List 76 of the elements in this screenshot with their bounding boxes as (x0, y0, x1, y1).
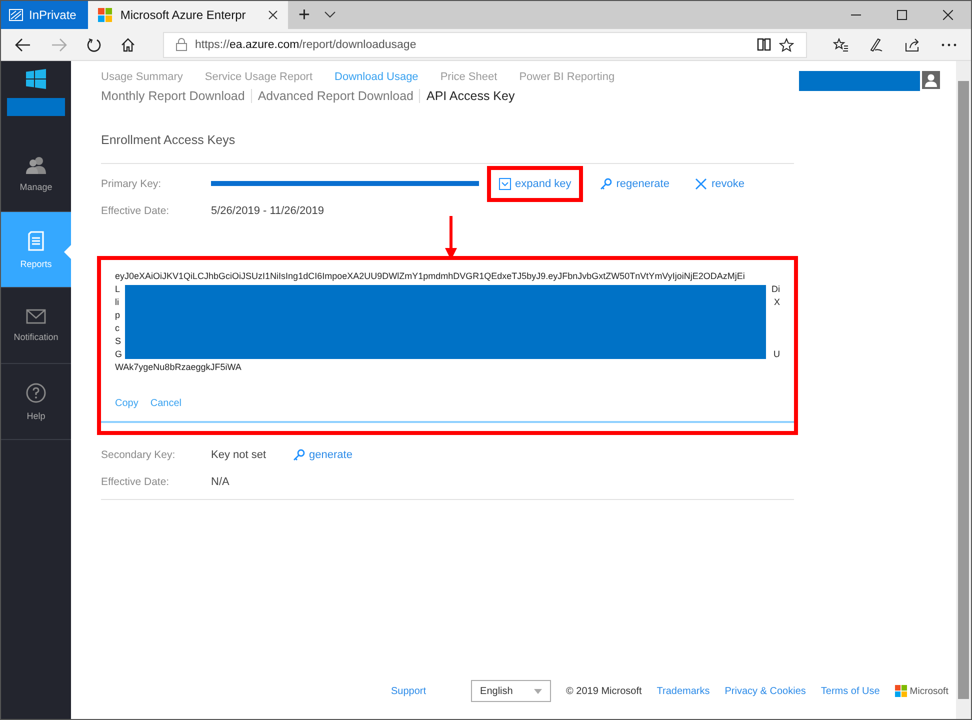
generate-link[interactable]: generate (286, 444, 360, 466)
footer-link[interactable]: Trademarks (656, 686, 710, 696)
address-field[interactable]: https://ea.azure.com/report/downloadusage (163, 32, 807, 58)
chevron-down-icon[interactable] (324, 11, 336, 19)
scrollbar[interactable] (956, 61, 971, 719)
help-icon (26, 382, 46, 402)
new-tab-button[interactable]: + (288, 5, 320, 25)
nav-tab[interactable]: Price Sheet (440, 71, 498, 83)
footer-link[interactable]: Terms of Use (820, 686, 880, 696)
footer-link[interactable]: Support (391, 686, 426, 696)
back-icon[interactable] (15, 38, 31, 52)
caret-icon (534, 688, 542, 694)
key-action-link[interactable]: expand key (489, 168, 582, 200)
home-icon[interactable] (121, 38, 135, 52)
section-title: Enrollment Access Keys (101, 133, 236, 147)
field-label: Secondary Key: (101, 448, 176, 460)
key-text-line: eyJ0eXAiOiJKV1QiLCJhbGciOiJSUzI1NiIsIng1dCI6ImpoeXA2UU9DWlZmY1pmdmhDVGR1QEdxeTJ5byJ9.eyJFbnJvbGxtZW50TnVtYmVyIjoiNjE2ODAzMjEi (115, 270, 745, 283)
language-select[interactable]: English (471, 680, 552, 702)
more-icon[interactable] (941, 42, 957, 46)
panel-link[interactable]: Copy (115, 398, 138, 409)
footer-link[interactable]: Privacy & Cookies (724, 686, 806, 696)
user-avatar-icon[interactable] (922, 71, 940, 89)
microsoft-logo: Microsoft (894, 685, 948, 697)
close-icon (695, 178, 708, 190)
sidebar-item[interactable]: Notification (1, 288, 71, 364)
people-icon (26, 156, 46, 174)
key-text-fragment: c (115, 322, 120, 335)
field-label: Primary Key: (101, 178, 162, 190)
key-text-fragment: G (115, 348, 122, 361)
nav-tab[interactable]: Usage Summary (101, 71, 183, 83)
key-icon (600, 178, 612, 190)
mail-icon (26, 309, 46, 324)
expand-icon (499, 178, 511, 190)
field-label: Effective Date: (101, 476, 170, 488)
key-text-fragment: X (774, 296, 780, 309)
date-range: 5/26/2019 - 11/26/2019 (211, 204, 324, 216)
key-text-fragment: li (115, 296, 119, 309)
subnav-tab[interactable]: Monthly Report Download (101, 89, 251, 103)
nav-tab[interactable]: Power BI Reporting (519, 71, 615, 83)
key-action-link[interactable]: regenerate (593, 172, 676, 194)
lock-icon (176, 38, 187, 51)
subnav-tab[interactable]: Advanced Report Download (250, 89, 420, 103)
field-label: Effective Date: (101, 204, 170, 216)
panel-link[interactable]: Cancel (150, 398, 182, 409)
key-icon (293, 448, 306, 460)
sidebar-item[interactable]: Reports (1, 212, 71, 288)
key-text-fragment: p (115, 309, 120, 322)
key-text-line: WAk7ygeNu8bRzaeggkJF5iWA (115, 361, 242, 374)
key-action-link[interactable]: revoke (688, 172, 752, 194)
share-icon[interactable] (905, 38, 921, 52)
pen-icon[interactable] (869, 38, 885, 52)
close-icon[interactable] (268, 10, 278, 20)
nav-tab[interactable]: Service Usage Report (204, 71, 313, 83)
refresh-icon[interactable] (87, 38, 101, 52)
close-icon[interactable] (943, 10, 953, 20)
nav-tab[interactable]: Download Usage (334, 71, 418, 83)
account-bar (7, 98, 65, 116)
key-text-fragment: Di (772, 283, 780, 296)
inprivate-badge: InPrivate (1, 1, 88, 29)
browser-tab[interactable]: Microsoft Azure Enterpr (88, 1, 288, 29)
maximize-icon[interactable] (897, 10, 907, 20)
key-text-fragment: U (774, 348, 780, 361)
star-icon[interactable] (779, 38, 794, 52)
copyright-text: © 2019 Microsoft (566, 686, 642, 696)
key-text-fragment: L (115, 283, 120, 296)
inprivate-icon (9, 9, 23, 21)
windows-logo-icon (98, 8, 112, 22)
sidebar-item[interactable]: Help (1, 364, 71, 440)
date-value: N/A (211, 476, 230, 488)
key-text-fragment: S (115, 335, 122, 348)
document-icon (28, 230, 44, 250)
book-icon[interactable] (757, 38, 771, 51)
key-status: Key not set (211, 448, 266, 460)
subnav-tab[interactable]: API Access Key (419, 89, 521, 103)
favorites-list-icon[interactable] (833, 38, 849, 52)
windows-logo-icon (26, 69, 46, 89)
